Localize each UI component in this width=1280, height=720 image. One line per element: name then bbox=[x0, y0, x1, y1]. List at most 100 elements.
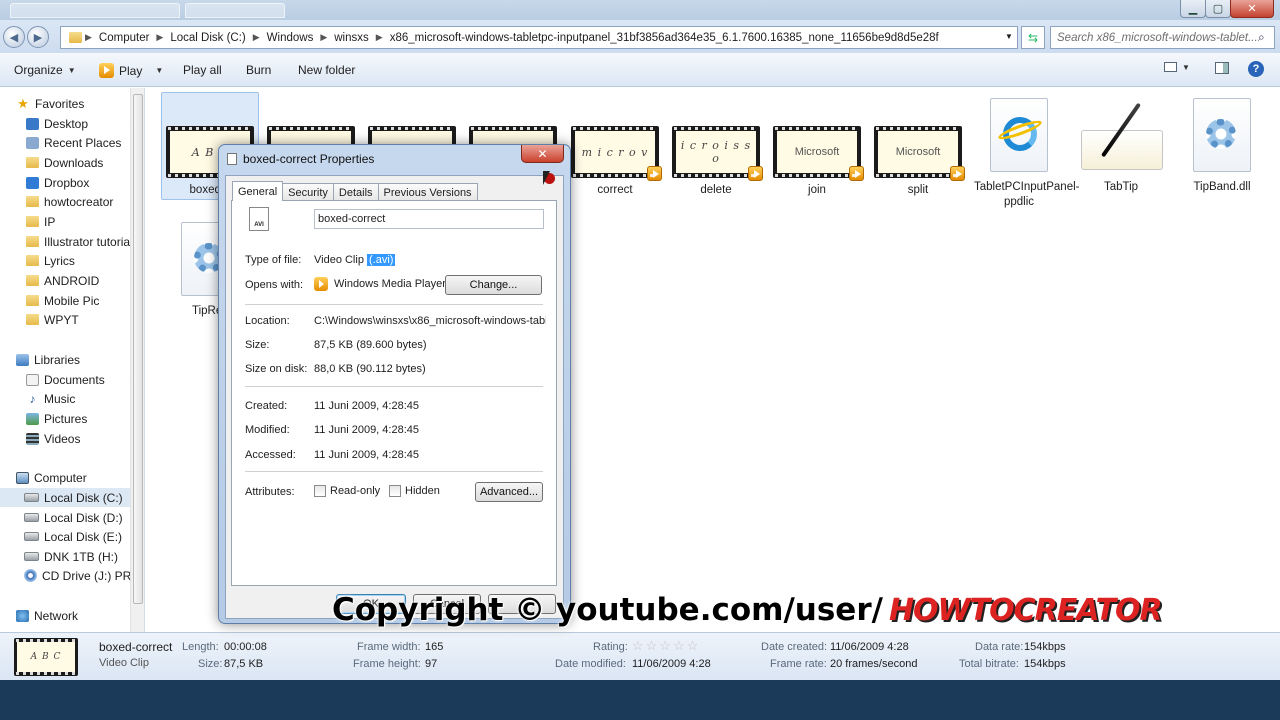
size-value: 87,5 KB bbox=[224, 658, 264, 670]
preview-pane-button[interactable] bbox=[1215, 62, 1229, 74]
nav-howtocreator[interactable]: howtocreator bbox=[26, 192, 113, 211]
help-button[interactable]: ? bbox=[1248, 61, 1264, 77]
nav-pictures[interactable]: Pictures bbox=[26, 409, 87, 428]
burn-button[interactable]: Burn bbox=[246, 63, 271, 77]
preview-pane-icon bbox=[1215, 62, 1229, 74]
total-bitrate-label: Total bitrate: bbox=[959, 658, 1019, 670]
tab-previous-versions[interactable]: Previous Versions bbox=[377, 183, 478, 201]
internet-explorer-document-icon bbox=[990, 98, 1048, 172]
file-split[interactable]: Microsoft split bbox=[873, 126, 965, 198]
hidden-checkbox[interactable]: Hidden bbox=[389, 485, 440, 497]
address-dropdown-icon[interactable]: ▼ bbox=[1005, 32, 1013, 41]
change-button[interactable]: Change... bbox=[445, 275, 542, 295]
file-correct[interactable]: m i c r o v correct bbox=[570, 126, 662, 198]
tab-security[interactable]: Security bbox=[282, 183, 334, 201]
nav-mobile-pic[interactable]: Mobile Pic bbox=[26, 291, 99, 310]
file-tabtip[interactable]: TabTip bbox=[1076, 98, 1166, 195]
file-tipband-dll[interactable]: TipBand.dll bbox=[1177, 98, 1267, 195]
thumbnail-frame: Microsoft bbox=[878, 131, 958, 173]
new-folder-button[interactable]: New folder bbox=[298, 63, 355, 77]
forward-button[interactable]: ▶ bbox=[27, 26, 49, 48]
nav-lyrics[interactable]: Lyrics bbox=[26, 251, 75, 270]
file-tabletpc-ppdlic[interactable]: TabletPCInputPanel-ppdlic bbox=[974, 98, 1079, 210]
tab-details[interactable]: Details bbox=[332, 183, 379, 201]
search-input[interactable]: Search x86_microsoft-windows-tablet... bbox=[1050, 26, 1275, 49]
modified-label: Modified: bbox=[245, 424, 290, 436]
ghost-tab bbox=[10, 3, 180, 18]
folder-icon bbox=[26, 157, 39, 168]
file-join[interactable]: Microsoft join bbox=[772, 126, 864, 198]
advanced-button[interactable]: Advanced... bbox=[475, 482, 543, 502]
breadcrumb-windows[interactable]: Windows bbox=[263, 32, 318, 44]
data-rate-value: 154kbps bbox=[1024, 641, 1066, 653]
breadcrumb-local-disk[interactable]: Local Disk (C:) bbox=[166, 32, 249, 44]
readonly-checkbox[interactable]: Read-only bbox=[314, 485, 380, 497]
frame-width-label: Frame width: bbox=[357, 641, 421, 653]
minimize-button[interactable]: ▁ bbox=[1180, 0, 1206, 18]
nav-videos[interactable]: Videos bbox=[26, 429, 80, 448]
refresh-button[interactable]: ⇆ bbox=[1021, 26, 1045, 49]
document-icon bbox=[227, 153, 237, 165]
watermark-brand-logo: HOWTOCREATOR bbox=[888, 592, 1163, 628]
nav-android[interactable]: ANDROID bbox=[26, 271, 99, 290]
nav-local-disk-e[interactable]: Local Disk (E:) bbox=[24, 527, 122, 546]
nav-wpyt[interactable]: WPYT bbox=[26, 310, 79, 329]
media-player-icon bbox=[314, 277, 328, 291]
videos-icon bbox=[26, 432, 39, 445]
dialog-close-button[interactable]: ✕ bbox=[521, 145, 564, 163]
organize-button[interactable]: Organize ▼ bbox=[14, 63, 76, 77]
breadcrumb-current-folder[interactable]: x86_microsoft-windows-tabletpc-inputpane… bbox=[386, 32, 943, 44]
nav-network[interactable]: Network bbox=[16, 606, 78, 625]
attributes-label: Attributes: bbox=[245, 486, 295, 498]
view-options-button[interactable]: ▼ bbox=[1164, 62, 1190, 72]
file-label: join bbox=[808, 184, 826, 196]
navigation-pane: ★ Favorites Desktop Recent Places Downloa… bbox=[0, 88, 145, 632]
desktop-icon bbox=[26, 117, 39, 130]
hidden-label: Hidden bbox=[405, 485, 440, 497]
nav-illustrator-tutorial[interactable]: Illustrator tutorial bbox=[26, 232, 133, 251]
details-file-type: Video Clip bbox=[99, 657, 149, 669]
ghost-tab bbox=[185, 3, 285, 18]
nav-ip[interactable]: IP bbox=[26, 212, 55, 231]
nav-cd-drive[interactable]: CD Drive (J:) PRO bbox=[24, 566, 141, 585]
drive-icon bbox=[24, 532, 39, 541]
file-delete[interactable]: i c r o i s s o delete bbox=[671, 126, 763, 198]
nav-label: CD Drive (J:) PRO bbox=[42, 568, 141, 583]
tab-general[interactable]: General bbox=[232, 181, 284, 201]
nav-dnk-1tb[interactable]: DNK 1TB (H:) bbox=[24, 547, 118, 566]
modified-value: 11 Juni 2009, 4:28:45 bbox=[314, 424, 419, 436]
maximize-button[interactable]: ▢ bbox=[1205, 0, 1231, 18]
rating-stars[interactable]: ☆☆☆☆☆ bbox=[632, 638, 700, 654]
play-all-button[interactable]: Play all bbox=[183, 63, 222, 77]
play-button[interactable]: Play ▼ bbox=[99, 63, 163, 78]
nav-recent-places[interactable]: Recent Places bbox=[26, 133, 121, 152]
nav-documents[interactable]: Documents bbox=[26, 370, 105, 389]
breadcrumb-computer[interactable]: Computer bbox=[95, 32, 154, 44]
nav-scrollbar[interactable] bbox=[130, 88, 144, 632]
nav-computer[interactable]: Computer bbox=[16, 468, 87, 487]
nav-label: Pictures bbox=[44, 411, 88, 426]
type-value: Video Clip (.avi) bbox=[314, 254, 396, 266]
breadcrumb-winsxs[interactable]: winsxs bbox=[330, 32, 373, 44]
nav-local-disk-c[interactable]: Local Disk (C:) bbox=[0, 488, 130, 507]
address-bar[interactable]: ▶ Computer ▶ Local Disk (C:) ▶ Windows ▶… bbox=[60, 26, 1018, 49]
nav-desktop[interactable]: Desktop bbox=[26, 114, 88, 133]
pictures-icon bbox=[26, 412, 39, 425]
file-name-input[interactable]: boxed-correct bbox=[314, 209, 544, 229]
nav-libraries[interactable]: Libraries bbox=[16, 350, 80, 369]
chevron-right-icon: ▶ bbox=[156, 32, 164, 42]
nav-downloads[interactable]: Downloads bbox=[26, 153, 103, 172]
forward-arrow-icon: ▶ bbox=[33, 31, 43, 44]
folder-icon bbox=[26, 236, 39, 247]
chevron-down-icon: ▼ bbox=[1182, 62, 1190, 72]
avi-icon-label: AVI bbox=[249, 207, 269, 231]
nav-dropbox[interactable]: Dropbox bbox=[26, 173, 89, 192]
nav-music[interactable]: ♪ Music bbox=[26, 389, 76, 408]
back-button[interactable]: ◀ bbox=[3, 26, 25, 48]
nav-scrollbar-thumb[interactable] bbox=[133, 94, 143, 604]
accessed-value: 11 Juni 2009, 4:28:45 bbox=[314, 449, 419, 461]
close-button[interactable]: ✕ bbox=[1230, 0, 1274, 18]
music-icon: ♪ bbox=[29, 391, 36, 406]
nav-local-disk-d[interactable]: Local Disk (D:) bbox=[24, 508, 123, 527]
nav-favorites[interactable]: ★ Favorites bbox=[16, 94, 84, 113]
